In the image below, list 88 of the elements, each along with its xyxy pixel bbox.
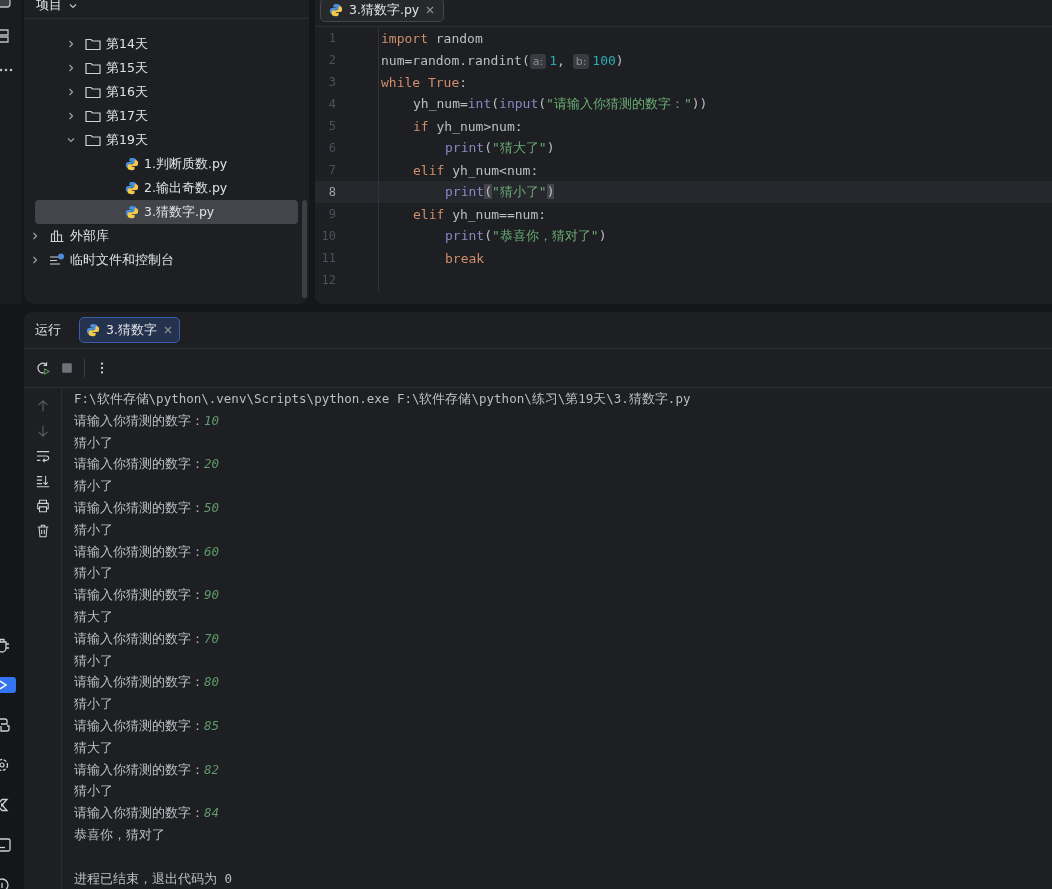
- output-line: 猜小了: [74, 564, 114, 583]
- chevron-down-icon[interactable]: [68, 1, 78, 11]
- prompt-text: 请输入你猜测的数字：: [74, 630, 204, 646]
- python-file-icon: [125, 157, 139, 171]
- run-icon[interactable]: [0, 677, 16, 693]
- print-icon[interactable]: [35, 499, 50, 513]
- chevron-icon: [66, 39, 76, 49]
- command-line: F:\软件存储\python\.venv\Scripts\python.exe F:\软件存储\python\练习\第19天\3.猜数字.py: [74, 390, 691, 408]
- folder-icon: [85, 85, 101, 99]
- chevron-icon: [66, 111, 76, 121]
- libraries-item[interactable]: 外部库: [24, 224, 298, 248]
- code-line: print("恭喜你，猜对了"): [445, 227, 607, 245]
- file-item[interactable]: 2.输出奇数.py: [35, 176, 298, 200]
- output-line: 恭喜你，猜对了: [74, 825, 166, 844]
- code-line: import random: [381, 30, 483, 46]
- output-line: 猜小了: [74, 477, 114, 496]
- prompt-text: 请输入你猜测的数字：: [74, 717, 204, 733]
- prompt-text: 请输入你猜测的数字：: [74, 412, 204, 428]
- prompt-text: 请输入你猜测的数字：: [74, 456, 204, 472]
- rerun-icon[interactable]: [36, 361, 50, 375]
- chevron-icon: [66, 63, 76, 73]
- run-tab[interactable]: 3.猜数字: [79, 317, 180, 343]
- chevron-icon: [30, 255, 40, 265]
- folder-icon: [85, 133, 101, 147]
- scratches-icon: [49, 253, 65, 267]
- input-value: 10: [204, 412, 220, 428]
- stop-icon[interactable]: [60, 361, 74, 375]
- editor-tab[interactable]: 3.猜数字.py: [320, 0, 445, 22]
- project-title[interactable]: 项目: [36, 0, 62, 14]
- python-file-icon: [125, 205, 139, 219]
- output-line: 猜小了: [74, 651, 114, 670]
- input-value: 82: [204, 761, 220, 777]
- input-value: 60: [204, 543, 220, 559]
- prompt-text: 请输入你猜测的数字：: [74, 500, 204, 515]
- close-icon[interactable]: [425, 5, 436, 15]
- run-title: 运行: [35, 321, 61, 339]
- exit-message: 进程已结束，退出代码为 0: [74, 869, 234, 888]
- output-line: 猜大了: [74, 607, 114, 626]
- input-value: 90: [204, 587, 220, 603]
- code-line: print("猜大了"): [445, 139, 555, 157]
- prompt-text: 请输入你猜测的数字：: [74, 805, 204, 821]
- code-line: elif yh_num==num:: [413, 206, 547, 222]
- input-value: 20: [204, 456, 220, 472]
- code-line: if yh_num>num:: [413, 118, 523, 134]
- folder-item[interactable]: 第14天: [24, 32, 298, 56]
- input-value: 50: [204, 500, 220, 515]
- folder-item[interactable]: 第16天: [24, 80, 298, 104]
- python-file-icon: [125, 181, 139, 195]
- input-value: 80: [204, 674, 220, 690]
- chevron-icon: [66, 135, 76, 145]
- folder-item[interactable]: 第17天: [24, 104, 298, 128]
- line-number: 8: [327, 185, 336, 199]
- soft-wrap-icon[interactable]: [35, 449, 50, 463]
- code-line: while True:: [381, 74, 468, 90]
- input-value: 70: [204, 630, 220, 646]
- scratches-item[interactable]: 临时文件和控制台: [24, 248, 298, 272]
- output-line: 猜小了: [74, 433, 114, 452]
- output-line: 猜小了: [74, 695, 114, 714]
- python-file-icon: [329, 3, 343, 17]
- prompt-text: 请输入你猜测的数字：: [74, 543, 204, 559]
- input-value: 85: [204, 717, 220, 733]
- folder-icon: [85, 37, 101, 51]
- folder-item[interactable]: 第15天: [24, 56, 298, 80]
- scrollbar[interactable]: [302, 200, 307, 298]
- file-item[interactable]: 1.判断质数.py: [35, 152, 298, 176]
- code-line: elif yh_num<num:: [413, 162, 539, 178]
- prompt-text: 请输入你猜测的数字：: [74, 674, 204, 690]
- chevron-icon: [66, 87, 76, 97]
- code-line: num=random.randint( a: 1, b: 100): [381, 52, 624, 68]
- close-icon[interactable]: [162, 325, 173, 335]
- scroll-to-end-icon[interactable]: [35, 474, 50, 488]
- library-icon: [49, 229, 65, 243]
- folder-icon: [85, 61, 101, 75]
- file-item[interactable]: 3.猜数字.py: [35, 200, 298, 224]
- prompt-text: 请输入你猜测的数字：: [74, 587, 204, 603]
- output-line: 猜小了: [74, 520, 114, 539]
- code-line: yh_num=int(input("请输入你猜测的数字：")): [413, 95, 708, 113]
- trash-icon[interactable]: [35, 524, 50, 538]
- input-value: 84: [204, 805, 220, 821]
- folder-item[interactable]: 第19天: [24, 128, 298, 152]
- output-line: 猜大了: [74, 738, 114, 757]
- code-line: break: [445, 250, 485, 266]
- python-file-icon: [86, 323, 100, 337]
- chevron-icon: [30, 231, 40, 241]
- output-line: 猜小了: [74, 782, 114, 801]
- folder-icon: [85, 109, 101, 123]
- prompt-text: 请输入你猜测的数字：: [74, 761, 204, 777]
- code-line: print("猜小了"): [445, 183, 555, 201]
